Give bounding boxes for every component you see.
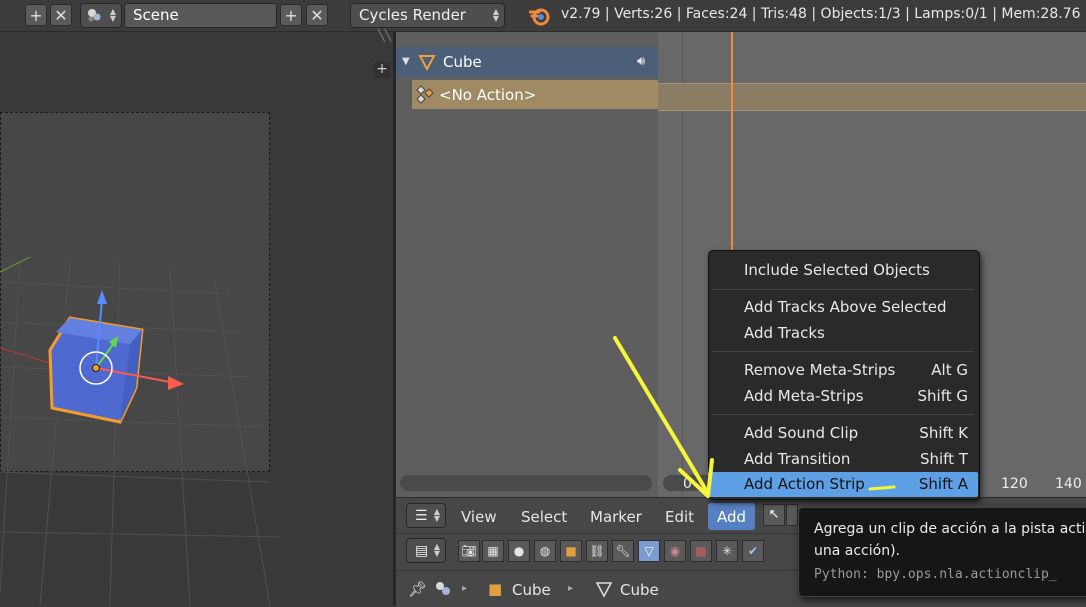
constraints-tab-icon[interactable]: ⛓︎ bbox=[586, 540, 608, 562]
speaker-icon[interactable]: 🔊︎ bbox=[637, 54, 645, 69]
region-expand-button[interactable]: + bbox=[374, 62, 390, 78]
mesh-icon bbox=[595, 580, 613, 602]
editor-type-button[interactable]: ☰ ▲ ▼ bbox=[406, 503, 446, 528]
tooltip-line-2: una acción). bbox=[814, 543, 900, 559]
menu-item-include-selected-objects[interactable]: Include Selected Objects bbox=[708, 258, 978, 283]
annotation-arrow bbox=[613, 336, 708, 492]
menu-item-label: Include Selected Objects bbox=[744, 261, 930, 279]
menu-item-shortcut: Shift G bbox=[917, 387, 969, 405]
object-icon: ■ bbox=[488, 580, 503, 598]
viewport-scene bbox=[0, 256, 281, 606]
menu-item-label: Add Tracks Above Selected bbox=[744, 298, 947, 316]
ruler-label: 120 bbox=[1001, 476, 1028, 492]
channel-object-name: Cube bbox=[443, 53, 482, 71]
menu-item-shortcut: Alt G bbox=[931, 361, 968, 379]
updown-icon: ▲ ▼ bbox=[492, 7, 499, 23]
add-scene-button[interactable]: + bbox=[280, 4, 302, 26]
channel-action-label: <No Action> bbox=[439, 86, 537, 104]
object-origin bbox=[92, 364, 100, 372]
material-tab-icon[interactable]: ◉ bbox=[664, 540, 686, 562]
scene-stats: v2.79 | Verts:26 | Faces:24 | Tris:48 | … bbox=[561, 6, 1081, 22]
render-engine-select[interactable]: Cycles Render ▲ ▼ bbox=[350, 3, 505, 28]
floor-grid bbox=[0, 257, 281, 606]
tooltip-description: Agrega un clip de acción a la pista acti… bbox=[814, 518, 1084, 562]
menu-item-shortcut: Shift T bbox=[919, 450, 968, 468]
menu-marker[interactable]: Marker bbox=[590, 508, 642, 526]
crumb-mesh-name: Cube bbox=[620, 581, 659, 599]
remove-scene-button[interactable]: ✕ bbox=[306, 4, 328, 26]
physics-tab-icon[interactable]: ✔ bbox=[742, 540, 764, 562]
menu-add[interactable]: Add bbox=[717, 508, 746, 526]
add-screen-button[interactable]: + bbox=[25, 4, 47, 26]
updown-icon: ▲ ▼ bbox=[109, 7, 116, 23]
action-track-strip[interactable] bbox=[658, 83, 1086, 111]
nla-editor-icon: ☰ bbox=[415, 508, 428, 524]
scene-browse-button[interactable]: ▲ ▼ bbox=[80, 3, 122, 28]
blender-logo-icon bbox=[528, 6, 551, 30]
render-tab-icon[interactable]: 📷︎ bbox=[458, 540, 480, 562]
menu-separator bbox=[712, 289, 974, 290]
object-tab-icon[interactable]: ■ bbox=[560, 540, 582, 562]
pin-icon[interactable]: 📌︎ bbox=[408, 580, 427, 598]
collapse-triangle-icon[interactable]: ▼ bbox=[402, 56, 410, 67]
scene-icon bbox=[86, 7, 101, 22]
menu-item-shortcut: Shift A bbox=[918, 475, 968, 493]
mesh-object-icon bbox=[418, 53, 436, 75]
scene-name-field[interactable]: Scene bbox=[124, 3, 277, 28]
mesh-data-tab-icon[interactable]: ▽ bbox=[638, 540, 660, 562]
annotation-arrowhead bbox=[678, 458, 714, 498]
scene-tab-icon[interactable]: ● bbox=[508, 540, 530, 562]
menu-view[interactable]: View bbox=[461, 508, 497, 526]
menu-item-shortcut: Shift K bbox=[919, 424, 968, 442]
menu-item-add-tracks-above-selected[interactable]: Add Tracks Above Selected bbox=[708, 295, 978, 320]
modifiers-tab-icon[interactable]: 🔧︎ bbox=[612, 540, 634, 562]
properties-icon: ▤ bbox=[415, 543, 429, 559]
scene-icon bbox=[434, 580, 452, 602]
world-tab-icon[interactable]: ◍ bbox=[534, 540, 556, 562]
remove-screen-button[interactable]: ✕ bbox=[50, 4, 72, 26]
texture-tab-icon[interactable]: ▩ bbox=[690, 540, 712, 562]
menu-select[interactable]: Select bbox=[521, 508, 567, 526]
crumb-separator-icon: ▸ bbox=[462, 583, 468, 594]
action-keys-icon bbox=[415, 85, 435, 109]
render-engine-value: Cycles Render bbox=[359, 6, 466, 24]
menu-edit[interactable]: Edit bbox=[665, 508, 694, 526]
ruler-label: 140 bbox=[1055, 476, 1082, 492]
render-layers-tab-icon[interactable]: ▦ bbox=[482, 540, 504, 562]
crumb-separator-icon: ▸ bbox=[568, 583, 574, 594]
area-corner-icon[interactable]: ╲╲ bbox=[378, 30, 391, 41]
properties-editor-type-button[interactable]: ▤ ▲ ▼ bbox=[406, 538, 446, 563]
updown-icon: ▲ ▼ bbox=[433, 542, 440, 558]
updown-icon: ▲ ▼ bbox=[433, 507, 440, 523]
annotation-underline bbox=[868, 485, 896, 491]
current-frame-line[interactable] bbox=[731, 32, 733, 252]
particles-tab-icon[interactable]: ✳ bbox=[716, 540, 738, 562]
tooltip-line-1: Agrega un clip de acción a la pista acti bbox=[814, 521, 1084, 537]
tooltip-python: Python: bpy.ops.nla.actionclip_ bbox=[814, 567, 1057, 582]
crumb-object-name: Cube bbox=[512, 581, 551, 599]
y-axis-line bbox=[0, 256, 31, 273]
annotation-overlay bbox=[613, 336, 896, 498]
